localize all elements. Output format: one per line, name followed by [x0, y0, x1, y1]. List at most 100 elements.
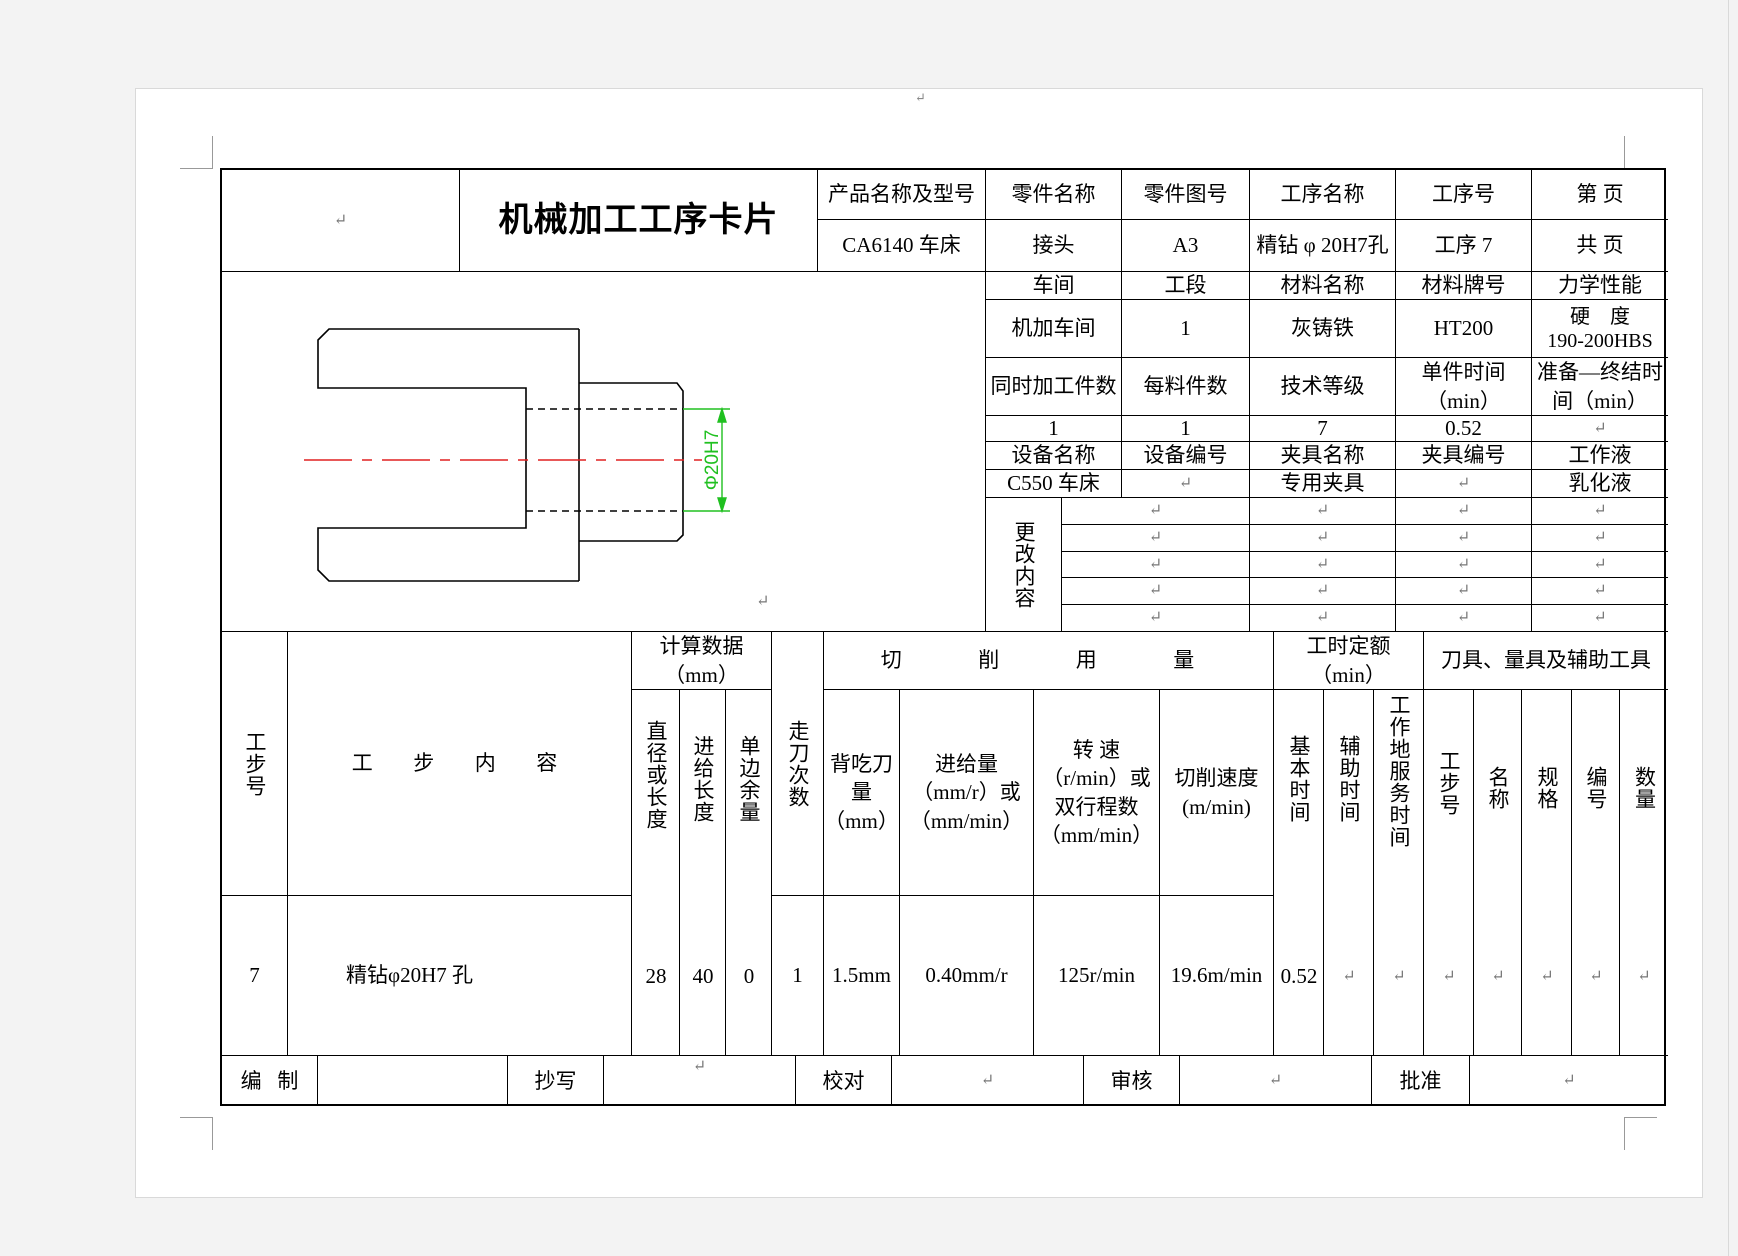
passes-label: 走刀次数 — [786, 719, 810, 808]
change-cell[interactable]: ↵ — [1396, 605, 1532, 632]
aux-time-label: 辅助时间 — [1337, 735, 1361, 823]
per-blank-label: 每料件数 — [1122, 358, 1250, 416]
unit-time-label: 单件时间（min） — [1396, 358, 1532, 416]
op-name-value[interactable]: 精钻 φ 20H7孔 — [1250, 220, 1396, 272]
feed-value[interactable]: 0.40mm/r — [900, 896, 1034, 1056]
change-cell[interactable]: ↵ — [1532, 552, 1668, 579]
op-no-value[interactable]: 工序 7 — [1396, 220, 1532, 272]
tool-step-label: 工步号 — [1437, 750, 1461, 816]
compile-value[interactable] — [318, 1056, 508, 1106]
equip-no-value[interactable]: ↵ — [1122, 470, 1250, 498]
hardness-value: 190-200HBS — [1547, 329, 1653, 352]
change-cell[interactable]: ↵ — [1532, 525, 1668, 552]
tech-grade-value[interactable]: 7 — [1250, 416, 1396, 442]
content-value[interactable]: 精钻φ20H7 孔 — [288, 896, 632, 1056]
workshop-label: 车间 — [986, 272, 1122, 300]
page-label: 第 页 — [1532, 170, 1668, 220]
material-name-value[interactable]: 灰铸铁 — [1250, 300, 1396, 358]
workshop-value[interactable]: 机加车间 — [986, 300, 1122, 358]
change-cell[interactable]: ↵ — [1396, 551, 1532, 579]
simul-label: 同时加工件数 — [986, 358, 1122, 416]
change-cell[interactable]: ↵ — [1396, 498, 1532, 525]
unit-time-value[interactable]: 0.52 — [1396, 416, 1532, 442]
change-cell[interactable]: ↵ — [1532, 498, 1668, 525]
paragraph-mark: ↵ — [756, 593, 769, 610]
review-value[interactable]: ↵ — [1180, 1056, 1372, 1106]
empty-row-cell[interactable]: ↵ — [1324, 896, 1374, 1056]
part-name-value[interactable]: 接头 — [986, 220, 1122, 272]
speed-value[interactable]: 125r/min — [1034, 896, 1160, 1056]
vel-value[interactable]: 19.6m/min — [1160, 896, 1274, 1056]
coolant-value[interactable]: 乳化液 — [1532, 470, 1668, 498]
material-name-label: 材料名称 — [1250, 272, 1396, 300]
approve-value[interactable]: ↵ — [1470, 1056, 1668, 1106]
change-cell[interactable]: ↵ — [1250, 524, 1396, 552]
change-cell[interactable]: ↵ — [1532, 578, 1668, 606]
fixture-name-value[interactable]: 专用夹具 — [1250, 470, 1396, 498]
passes-value[interactable]: 1 — [772, 896, 824, 1056]
change-cell[interactable]: ↵ — [1062, 551, 1250, 579]
empty-row-cell[interactable]: ↵ — [1374, 896, 1424, 1056]
part-outline — [317, 328, 579, 582]
prep-time-value[interactable]: ↵ — [1532, 416, 1668, 442]
time-label: 工时定额（min） — [1274, 632, 1424, 690]
depth-label: 背吃刀量（mm） — [824, 690, 900, 896]
copy-value[interactable]: ↵ — [604, 1056, 796, 1106]
hardness-cell[interactable]: 硬 度 190-200HBS — [1532, 300, 1668, 358]
boss-outline — [579, 382, 684, 542]
feed-len-label: 进给长度 — [691, 735, 715, 823]
change-cell[interactable]: ↵ — [1250, 605, 1396, 632]
change-cell[interactable]: ↵ — [1250, 551, 1396, 579]
empty-row-cell[interactable]: ↵ — [1572, 896, 1620, 1056]
coolant-label: 工作液 — [1532, 442, 1668, 470]
blank-cell[interactable]: ↵ — [222, 170, 460, 272]
arrow-head — [717, 406, 727, 423]
change-cell[interactable]: ↵ — [1062, 498, 1250, 525]
change-cell[interactable]: ↵ — [1396, 578, 1532, 606]
change-cell[interactable]: ↵ — [1062, 524, 1250, 552]
change-cell[interactable]: ↵ — [1532, 605, 1668, 632]
change-cell[interactable]: ↵ — [1062, 578, 1250, 606]
per-blank-value[interactable]: 1 — [1122, 416, 1250, 442]
section-value[interactable]: 1 — [1122, 300, 1250, 358]
equip-name-value[interactable]: C550 车床 — [986, 470, 1122, 498]
empty-row-cell[interactable]: ↵ — [1424, 896, 1474, 1056]
speed-label: 转 速（r/min）或双行程数（mm/min） — [1034, 690, 1160, 896]
dimension-text: Φ20H7 — [702, 430, 723, 491]
product-label: 产品名称及型号 — [818, 170, 986, 220]
change-cell[interactable]: ↵ — [1250, 578, 1396, 606]
dia-text: 28 — [645, 963, 667, 988]
empty-row-cell[interactable]: ↵ — [1474, 896, 1522, 1056]
fixture-no-label: 夹具编号 — [1396, 442, 1532, 470]
compile-label: 编 制 — [222, 1056, 318, 1106]
step-no-label: 工步号 — [243, 730, 267, 797]
step-no-value[interactable]: 7 — [222, 896, 288, 1056]
product-value[interactable]: CA6140 车床 — [818, 220, 986, 272]
change-cell[interactable]: ↵ — [1250, 498, 1396, 525]
change-label: 更改内容 — [1012, 520, 1036, 609]
step-no-label-cell: 工步号 — [222, 632, 288, 896]
process-card-table: ↵ 机械加工工序卡片 产品名称及型号 CA6140 车床 零件名称 接头 零件图… — [220, 168, 1668, 1106]
service-time-label: 工作地服务时间 — [1387, 694, 1411, 848]
change-cell[interactable]: ↵ — [1396, 524, 1532, 552]
empty-row-cell[interactable]: ↵ — [1620, 896, 1668, 1056]
fixture-no-value[interactable]: ↵ — [1396, 470, 1532, 498]
simul-value[interactable]: 1 — [986, 416, 1122, 442]
tool-qty-label: 数量 — [1632, 766, 1657, 810]
empty-row-cell[interactable]: ↵ — [1522, 896, 1572, 1056]
change-cell[interactable]: ↵ — [1062, 605, 1250, 632]
op-name-label: 工序名称 — [1250, 170, 1396, 220]
passes-label-cell: 走刀次数 — [772, 632, 824, 896]
material-grade-value[interactable]: HT200 — [1396, 300, 1532, 358]
material-grade-label: 材料牌号 — [1396, 272, 1532, 300]
review-label: 审核 — [1084, 1056, 1180, 1106]
hardness-label: 硬 度 — [1570, 305, 1630, 328]
crop-mark — [180, 1117, 213, 1150]
prep-time-label: 准备—终结时间（min） — [1532, 358, 1668, 416]
vel-label: 切削速度(m/min) — [1160, 690, 1274, 896]
depth-value[interactable]: 1.5mm — [824, 896, 900, 1056]
part-no-value[interactable]: A3 — [1122, 220, 1250, 272]
check-value[interactable]: ↵ — [892, 1056, 1084, 1106]
tool-no-label: 编号 — [1584, 766, 1608, 810]
basic-time-text: 0.52 — [1280, 963, 1318, 988]
